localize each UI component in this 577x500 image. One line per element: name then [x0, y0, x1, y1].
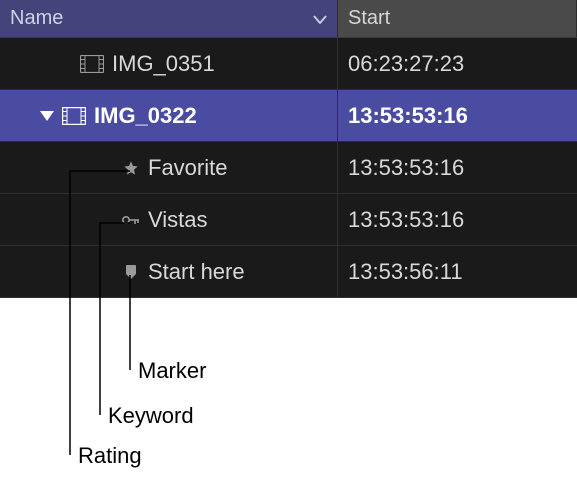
column-header-start-label: Start [348, 7, 390, 30]
disclosure-triangle-icon[interactable] [40, 111, 54, 121]
column-header-name-label: Name [10, 7, 63, 30]
clip-start: 13:53:53:16 [348, 103, 468, 129]
column-header-name[interactable]: Name [0, 0, 338, 37]
callout-marker: Marker [138, 358, 206, 384]
callout-rating: Rating [78, 443, 142, 469]
clip-start: 13:53:56:11 [348, 259, 463, 285]
clip-icon [80, 55, 104, 73]
clip-start: 06:23:27:23 [348, 51, 464, 77]
list-header: Name Start [0, 0, 577, 38]
table-row[interactable]: Vistas 13:53:53:16 [0, 194, 577, 246]
callout-keyword: Keyword [108, 403, 194, 429]
keyword-label: Vistas [148, 207, 208, 233]
column-header-start[interactable]: Start [338, 0, 577, 37]
favorite-label: Favorite [148, 155, 227, 181]
table-row[interactable]: IMG_0351 06:23:27:23 [0, 38, 577, 90]
clip-start: 13:53:53:16 [348, 155, 464, 181]
table-row[interactable]: IMG_0322 13:53:53:16 [0, 90, 577, 142]
key-icon [120, 214, 142, 226]
clip-icon [62, 107, 86, 125]
table-row[interactable]: Favorite 13:53:53:16 [0, 142, 577, 194]
marker-icon [120, 264, 142, 280]
star-icon [120, 160, 142, 176]
clip-start: 13:53:53:16 [348, 207, 464, 233]
table-row[interactable]: Start here 13:53:56:11 [0, 246, 577, 298]
sort-indicator-icon [313, 14, 327, 24]
marker-label: Start here [148, 259, 245, 285]
clip-list-panel: Name Start IMG_0351 06:23:27 [0, 0, 577, 298]
clip-name: IMG_0322 [94, 103, 197, 129]
clip-name: IMG_0351 [112, 51, 215, 77]
